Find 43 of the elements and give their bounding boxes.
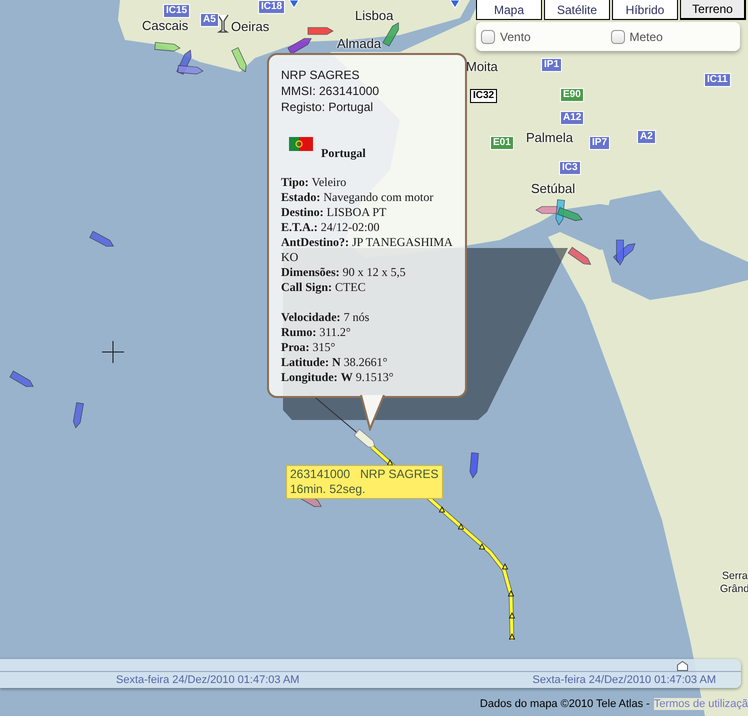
vessel-detail-line: Velocidade: 7 nós <box>281 310 370 325</box>
road-shield: IC3 <box>559 161 581 175</box>
vessel-detail-line: Proa: 315° <box>281 340 336 355</box>
tooltip-line: 263141000 NRP SAGRES <box>290 467 439 482</box>
road-shield: IP7 <box>589 136 610 150</box>
vessel-header-line: Registo: Portugal <box>281 99 374 115</box>
road-shield: IP1 <box>541 58 562 72</box>
road-shield: IC32 <box>470 89 498 103</box>
vessel-detail-line: Call Sign: CTEC <box>281 280 367 295</box>
vessel-detail-line: Estado: Navegando com motor <box>281 190 434 205</box>
place-label: Lisboa <box>355 9 394 22</box>
vessel-detail-line: Longitude: W 9.1513° <box>281 370 394 385</box>
timeline-end-date: Sexta-feira 24/Dez/2010 01:47:03 AM <box>532 674 717 686</box>
checkbox-label: Meteo <box>630 30 663 44</box>
place-label: Setúbal <box>531 182 576 195</box>
flag-country: Portugal <box>321 146 366 161</box>
place-label: Cascais <box>142 19 188 32</box>
road-shield: IC15 <box>163 4 190 18</box>
tooltip-line: 16min. 52seg. <box>290 482 366 497</box>
place-label: Serra <box>722 571 748 582</box>
timeline-start-date: Sexta-feira 24/Dez/2010 01:47:03 AM <box>115 674 300 686</box>
road-shield: IC18 <box>258 0 286 14</box>
vessel-detail-line: E.T.A.: 24/12-02:00 <box>281 220 380 235</box>
vessel-detail-line: Tipo: Veleiro <box>281 175 348 190</box>
road-shield: E01 <box>490 136 514 150</box>
vessel-detail-line: Rumo: 311.2° <box>281 325 352 340</box>
place-label: Palmela <box>526 131 573 144</box>
map-data-credit: Dados do mapa ©2010 Tele Atlas - <box>480 698 650 710</box>
vessel-detail-line: Dimensões: 90 x 12 x 5,5 <box>281 265 407 280</box>
road-shield: A12 <box>560 111 584 125</box>
vessel-detail-line: Destino: LISBOA PT <box>281 205 388 220</box>
road-shield: E90 <box>560 88 584 102</box>
road-shield: IC11 <box>704 73 731 87</box>
place-label: Oeiras <box>231 20 270 33</box>
vessel-header-line: MMSI: 263141000 <box>281 83 380 99</box>
checkbox-label: Vento <box>500 30 531 44</box>
road-shield: A5 <box>200 13 219 27</box>
place-label: Moita <box>466 60 498 73</box>
place-label: Almada <box>337 37 382 50</box>
vessel-detail-line: AntDestino?: JP TANEGASHIMA KO <box>281 235 453 265</box>
road-shield: A2 <box>637 130 656 144</box>
vessel-detail-line: Latitude: N 38.2661° <box>281 355 388 370</box>
vessel-header-line: NRP SAGRES <box>281 67 360 83</box>
